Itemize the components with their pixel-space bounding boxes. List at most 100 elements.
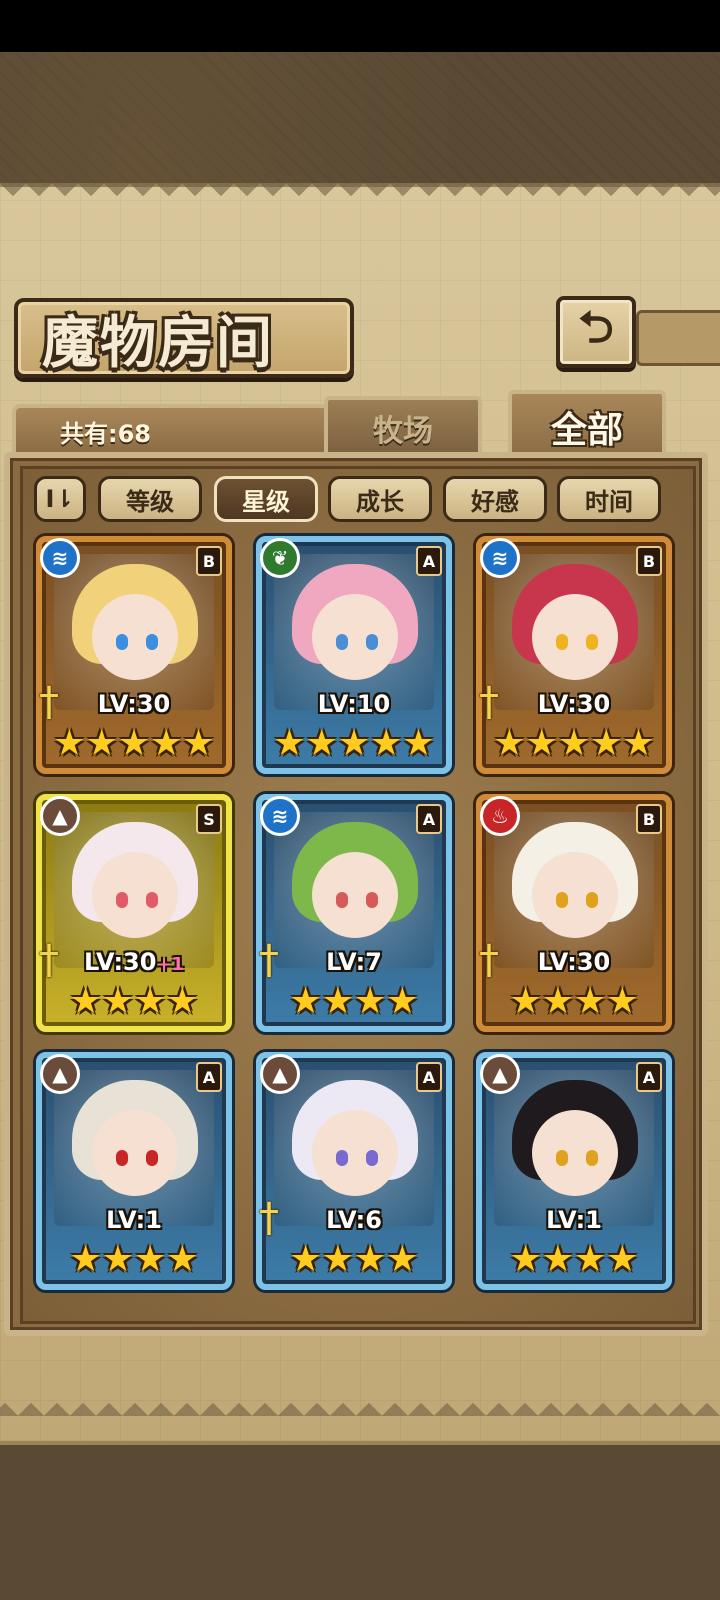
monster-level: LV:30 xyxy=(42,690,226,718)
monster-card[interactable]: ≋ A † LV:7 ★ ★ ★ ★ xyxy=(256,794,452,1032)
monster-eye xyxy=(336,634,348,650)
star-rating: ★ ★ ★ ★ xyxy=(42,982,226,1022)
star-icon: ★ xyxy=(166,1239,199,1280)
monster-portrait xyxy=(494,812,654,968)
star-icon: ★ xyxy=(493,723,526,764)
monster-face xyxy=(312,594,398,680)
bottom-map-strip xyxy=(0,1445,720,1600)
tab-ranch[interactable]: 牧场 xyxy=(324,396,482,456)
earth-element-icon: ▲ xyxy=(480,1054,520,1094)
monster-level: LV:1 xyxy=(482,1206,666,1234)
back-button-rail xyxy=(636,310,720,366)
monster-face xyxy=(312,1110,398,1196)
monster-eye xyxy=(586,892,598,908)
star-icon: ★ xyxy=(273,723,306,764)
star-icon: ★ xyxy=(337,723,371,764)
back-arrow-icon: ⮌ xyxy=(578,301,614,353)
monster-portrait xyxy=(274,1070,434,1226)
level-text: LV:1 xyxy=(546,1206,602,1234)
filter-level[interactable]: 等级 xyxy=(98,476,202,522)
monster-portrait xyxy=(54,554,214,710)
filter-time[interactable]: 时间 xyxy=(557,476,661,522)
star-rating: ★ ★ ★ ★ xyxy=(262,982,446,1022)
level-text: LV:10 xyxy=(317,690,391,718)
earth-element-icon: ▲ xyxy=(40,1054,80,1094)
rank-badge: A xyxy=(416,546,442,576)
star-icon: ★ xyxy=(289,1239,322,1280)
monster-face xyxy=(532,852,618,938)
rank-badge: A xyxy=(416,804,442,834)
star-icon: ★ xyxy=(69,1239,102,1280)
filter-star[interactable]: 星级 xyxy=(214,476,318,522)
monster-level: LV:30 xyxy=(482,690,666,718)
monster-eye xyxy=(366,892,378,908)
monster-card[interactable]: ▲ A LV:1 ★ ★ ★ ★ xyxy=(36,1052,232,1290)
level-bonus: +1 xyxy=(156,954,185,975)
star-rating: ★ ★ ★ ★ xyxy=(482,1240,666,1280)
monster-card[interactable]: ❦ A LV:10 ★ ★ ★ ★ ★ xyxy=(256,536,452,774)
monster-card[interactable]: ≋ B † LV:30 ★ ★ ★ ★ ★ xyxy=(36,536,232,774)
monster-eye xyxy=(116,634,128,650)
rank-badge: B xyxy=(196,546,222,576)
star-rating: ★ ★ ★ ★ ★ xyxy=(482,724,666,764)
monster-eye xyxy=(336,892,348,908)
sort-order-icon: I⇂ xyxy=(45,485,75,513)
monster-card[interactable]: ▲ S † LV:30+1 ★ ★ ★ ★ xyxy=(36,794,232,1032)
level-text: LV:6 xyxy=(326,1206,382,1234)
monster-count: 共有:68 xyxy=(60,420,151,448)
sort-order-toggle[interactable]: I⇂ xyxy=(34,476,86,522)
level-text: LV:30 xyxy=(537,948,611,976)
star-icon: ★ xyxy=(402,723,435,764)
rank-badge: S xyxy=(196,804,222,834)
back-button[interactable]: ⮌ xyxy=(556,296,636,368)
monster-eye xyxy=(146,634,158,650)
rank-badge: B xyxy=(636,804,662,834)
level-text: LV:30 xyxy=(83,948,157,976)
monster-level: LV:1 xyxy=(42,1206,226,1234)
tab-all[interactable]: 全部 xyxy=(508,390,666,460)
parchment-top-edge xyxy=(0,183,720,209)
level-text: LV:30 xyxy=(537,690,611,718)
rank-badge: B xyxy=(636,546,662,576)
monster-face xyxy=(92,594,178,680)
parchment-bottom-edge xyxy=(0,1390,720,1416)
level-text: LV:1 xyxy=(106,1206,162,1234)
monster-card[interactable]: ▲ A LV:1 ★ ★ ★ ★ xyxy=(476,1052,672,1290)
monster-level: LV:10 xyxy=(262,690,446,718)
water-element-icon: ≋ xyxy=(40,538,80,578)
monster-eye xyxy=(116,892,128,908)
star-icon: ★ xyxy=(574,1239,607,1280)
star-icon: ★ xyxy=(101,1239,134,1280)
star-icon: ★ xyxy=(370,723,403,764)
star-rating: ★ ★ ★ ★ xyxy=(262,1240,446,1280)
rank-badge: A xyxy=(636,1062,662,1092)
monster-portrait xyxy=(54,1070,214,1226)
monster-card[interactable]: ≋ B † LV:30 ★ ★ ★ ★ ★ xyxy=(476,536,672,774)
rank-badge: A xyxy=(416,1062,442,1092)
fire-element-icon: ♨ xyxy=(480,796,520,836)
star-icon: ★ xyxy=(182,723,215,764)
monster-level: LV:30+1 xyxy=(42,948,226,976)
rank-badge: A xyxy=(196,1062,222,1092)
star-icon: ★ xyxy=(509,1239,542,1280)
monster-card[interactable]: ▲ A † LV:6 ★ ★ ★ ★ xyxy=(256,1052,452,1290)
water-element-icon: ≋ xyxy=(260,796,300,836)
star-icon: ★ xyxy=(134,981,167,1022)
filter-affection[interactable]: 好感 xyxy=(443,476,547,522)
wood-element-icon: ❦ xyxy=(260,538,300,578)
star-icon: ★ xyxy=(386,981,419,1022)
monster-level: LV:7 xyxy=(262,948,446,976)
star-icon: ★ xyxy=(289,981,322,1022)
star-icon: ★ xyxy=(386,1239,419,1280)
star-icon: ★ xyxy=(525,723,558,764)
monster-portrait xyxy=(494,554,654,710)
monster-card[interactable]: ♨ B † LV:30 ★ ★ ★ ★ xyxy=(476,794,672,1032)
star-icon: ★ xyxy=(541,1239,574,1280)
star-rating: ★ ★ ★ ★ ★ xyxy=(262,724,446,764)
star-icon: ★ xyxy=(606,981,639,1022)
monster-face xyxy=(532,1110,618,1196)
monster-eye xyxy=(586,1150,598,1166)
water-element-icon: ≋ xyxy=(480,538,520,578)
level-text: LV:7 xyxy=(326,948,382,976)
filter-growth[interactable]: 成长 xyxy=(328,476,432,522)
